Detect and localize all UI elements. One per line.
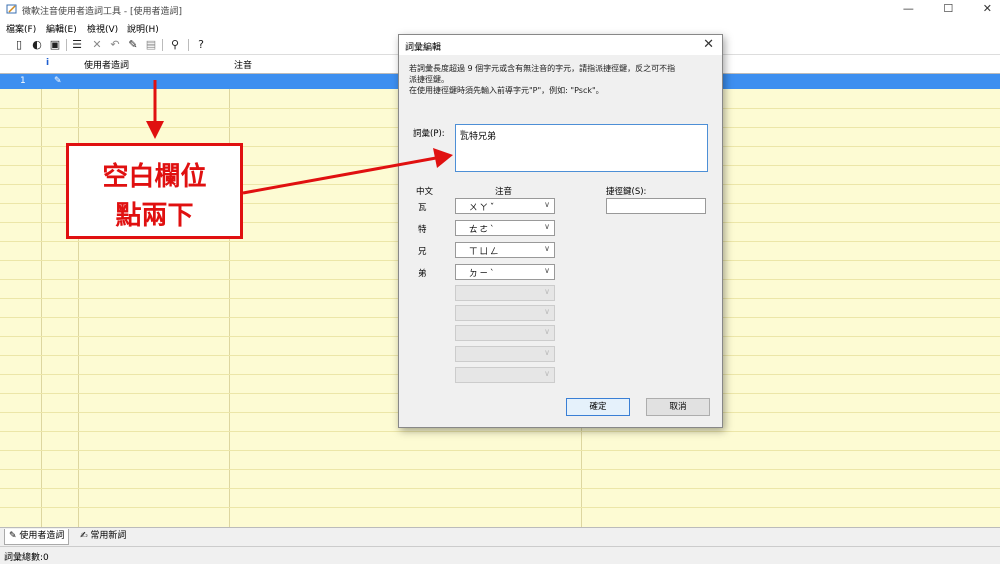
- chevron-down-icon: ∨: [544, 200, 550, 209]
- zhuyin-select[interactable]: ㄉㄧˋ ∨: [455, 264, 555, 280]
- col-char-label: 中文: [416, 187, 434, 197]
- close-icon[interactable]: ✕: [983, 2, 992, 15]
- minimize-icon[interactable]: —: [903, 2, 914, 15]
- open-icon[interactable]: ◐: [30, 38, 44, 52]
- col-zhuyin-label: 注音: [495, 187, 513, 197]
- zhuyin-select[interactable]: ㄊㄜˋ ∨: [455, 220, 555, 236]
- common-words-tab-icon: ✍: [80, 531, 88, 541]
- tab-user-words[interactable]: ✎ 使用者造詞: [4, 529, 70, 545]
- vocab-input[interactable]: 瓦特兄弟 ▲ ▼: [455, 124, 708, 172]
- menu-edit[interactable]: 編輯(E): [46, 22, 77, 35]
- hotkey-label: 捷徑鍵(S):: [606, 187, 647, 197]
- maximize-icon[interactable]: ☐: [943, 2, 953, 15]
- zhuyin-select-empty: ∨: [455, 367, 555, 383]
- status-bar: 詞彙總數:0: [0, 546, 1000, 564]
- chevron-down-icon: ∨: [544, 222, 550, 231]
- app-icon: [6, 4, 17, 14]
- row-index: 1: [20, 76, 26, 86]
- annotation-line1: 空白欄位: [102, 162, 207, 192]
- info-icon: i: [46, 58, 50, 68]
- undo-icon[interactable]: ↶: [108, 38, 122, 52]
- chevron-down-icon: ∨: [544, 287, 550, 296]
- char-label: 瓦: [418, 203, 427, 213]
- find-icon[interactable]: ⚲: [168, 38, 182, 52]
- vocab-label: 詞彙(P):: [413, 129, 445, 139]
- new-icon[interactable]: ▯: [12, 38, 26, 52]
- add-word-icon[interactable]: ☰: [70, 38, 84, 52]
- tab-bar: ✎ 使用者造詞 ✍ 常用新詞: [0, 527, 1000, 546]
- char-label: 特: [418, 225, 427, 235]
- dialog-close-icon[interactable]: ✕: [703, 37, 714, 52]
- delete-icon[interactable]: ✕: [90, 38, 104, 52]
- dialog-note-line3: 在使用捷徑鍵時須先輸入前導字元"P"，例如: "Psck"。: [409, 86, 604, 95]
- dialog-title: 詞彙編輯: [405, 43, 442, 53]
- help-icon[interactable]: ?: [194, 38, 208, 52]
- ok-button[interactable]: 確定: [566, 398, 630, 416]
- column-header-zhuyin[interactable]: 注音: [234, 58, 252, 71]
- window-title: 微軟注音使用者造詞工具 - [使用者造詞]: [22, 7, 182, 17]
- chevron-down-icon: ∨: [544, 244, 550, 253]
- dialog-note-line2: 派捷徑鍵。: [409, 75, 449, 84]
- dialog-note-line1: 若詞彙長度超過 9 個字元或含有無注音的字元，請指派捷徑鍵，反之可不指: [409, 64, 676, 73]
- user-words-tab-icon: ✎: [9, 531, 17, 541]
- dialog-title-bar: [399, 35, 722, 55]
- scroll-down-icon[interactable]: ▼: [460, 129, 704, 168]
- edit-icon[interactable]: ✎: [126, 38, 140, 52]
- menu-view[interactable]: 檢視(V): [87, 22, 118, 35]
- zhuyin-select-empty: ∨: [455, 305, 555, 321]
- annotation-line2: 點兩下: [115, 201, 194, 231]
- vocab-edit-dialog: 詞彙編輯 ✕ 若詞彙長度超過 9 個字元或含有無注音的字元，請指派捷徑鍵，反之可…: [398, 34, 723, 428]
- menu-file[interactable]: 檔案(F): [6, 22, 36, 35]
- cancel-button[interactable]: 取消: [646, 398, 710, 416]
- hotkey-input[interactable]: [606, 198, 706, 214]
- tab-common-words[interactable]: ✍ 常用新詞: [76, 529, 130, 544]
- chevron-down-icon: ∨: [544, 327, 550, 336]
- annotation-callout: 空白欄位 點兩下: [66, 143, 243, 239]
- column-header-word[interactable]: 使用者造詞: [84, 58, 129, 71]
- word-count: 詞彙總數:0: [4, 553, 49, 563]
- zhuyin-select-empty: ∨: [455, 346, 555, 362]
- chevron-down-icon: ∨: [544, 266, 550, 275]
- edit-row-icon: ✎: [54, 76, 62, 86]
- save-icon[interactable]: ▣: [48, 38, 62, 52]
- zhuyin-select[interactable]: ㄒㄩㄥ ∨: [455, 242, 555, 258]
- menu-help[interactable]: 說明(H): [127, 22, 159, 35]
- zhuyin-select-empty: ∨: [455, 285, 555, 301]
- print-icon[interactable]: ▤: [144, 38, 158, 52]
- chevron-down-icon: ∨: [544, 348, 550, 357]
- window-controls: — ☐ ✕: [877, 2, 992, 15]
- title-bar: 微軟注音使用者造詞工具 - [使用者造詞] — ☐ ✕: [0, 0, 1000, 20]
- zhuyin-select[interactable]: ㄨㄚˇ ∨: [455, 198, 555, 214]
- chevron-down-icon: ∨: [544, 307, 550, 316]
- zhuyin-select-empty: ∨: [455, 325, 555, 341]
- chevron-down-icon: ∨: [544, 369, 550, 378]
- char-label: 弟: [418, 269, 427, 279]
- char-label: 兄: [418, 247, 427, 257]
